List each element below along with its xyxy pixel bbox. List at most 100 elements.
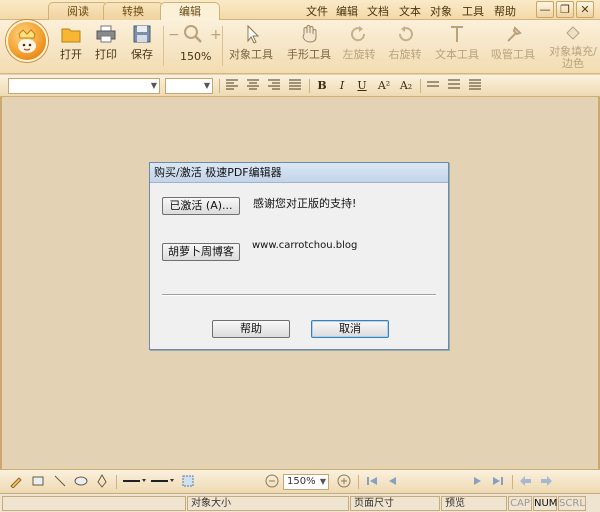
- save-button[interactable]: 保存: [129, 24, 155, 62]
- next-page-icon[interactable]: [470, 474, 486, 490]
- menu-text[interactable]: 文本: [399, 3, 421, 19]
- tab-convert[interactable]: 转换: [103, 2, 163, 21]
- first-page-icon[interactable]: [364, 474, 380, 490]
- app-logo-icon[interactable]: [6, 20, 48, 62]
- ellipse-icon[interactable]: [73, 474, 89, 490]
- line-width-select[interactable]: [122, 474, 148, 490]
- chevron-down-icon: ▼: [150, 81, 157, 90]
- blog-button[interactable]: 胡萝卜周博客: [162, 243, 240, 261]
- zoom-button[interactable]: [181, 24, 205, 46]
- toolbar-separator: [309, 79, 310, 93]
- status-caps-lock: CAP: [508, 496, 532, 511]
- dialog-title: 购买/激活 极速PDF编辑器: [150, 163, 448, 183]
- status-bar: 对象大小 页面尺寸 预览 CAP NUM SCRL: [0, 493, 600, 512]
- menu-help[interactable]: 帮助: [494, 3, 516, 19]
- dialog-divider: [162, 294, 436, 296]
- text-cursor-icon: [451, 26, 463, 42]
- rotate-left-button[interactable]: 左旋转: [340, 24, 378, 62]
- bold-button[interactable]: B: [314, 78, 330, 94]
- object-fill-button[interactable]: 对象填充/边色: [546, 24, 600, 70]
- status-preview: 预览: [441, 496, 507, 511]
- underline-button[interactable]: U: [354, 78, 370, 94]
- ribbon-separator: [222, 26, 223, 66]
- help-button[interactable]: 帮助: [212, 320, 290, 338]
- rectangle-icon[interactable]: [30, 474, 46, 490]
- line-icon[interactable]: [52, 474, 68, 490]
- text-tool-button[interactable]: 文本工具: [434, 24, 480, 62]
- magnifier-icon: [184, 25, 202, 43]
- menu-document[interactable]: 文档: [367, 3, 389, 19]
- pen-icon[interactable]: [94, 473, 110, 490]
- italic-button[interactable]: I: [334, 78, 350, 94]
- title-bar: 阅读 转换 编辑 文件 编辑 文档 文本 对象 工具 帮助 — ❐ ✕: [0, 0, 600, 22]
- floppy-disk-icon: [133, 25, 151, 43]
- folder-icon: [61, 28, 81, 43]
- font-size-select[interactable]: ▼: [165, 78, 213, 94]
- paragraph-spacing-icon[interactable]: [446, 78, 462, 94]
- align-right-icon[interactable]: [266, 78, 282, 94]
- printer-icon: [96, 25, 116, 43]
- menu-tools[interactable]: 工具: [462, 3, 484, 19]
- zoom-out-button[interactable]: −: [168, 27, 180, 43]
- align-justify-icon[interactable]: [287, 78, 303, 94]
- font-family-select[interactable]: ▼: [8, 78, 160, 94]
- last-page-icon[interactable]: [490, 474, 506, 490]
- eyedropper-button[interactable]: 吸管工具: [490, 24, 536, 62]
- fill-bucket-icon: [566, 26, 580, 40]
- toolbar-separator: [116, 475, 117, 489]
- bottom-toolbar: 150% ▼: [0, 469, 600, 493]
- toolbar-separator: [358, 475, 359, 489]
- restore-button[interactable]: ❐: [556, 1, 574, 18]
- blog-url-text: www.carrotchou.blog: [252, 240, 358, 251]
- thanks-text: 感谢您对正版的支持!: [253, 197, 357, 210]
- toolbar-separator: [420, 79, 421, 93]
- tab-read[interactable]: 阅读: [48, 2, 108, 21]
- status-num-lock: NUM: [533, 496, 558, 511]
- format-toolbar: ▼ ▼ B I U A² A₂: [0, 75, 600, 97]
- back-arrow-icon[interactable]: [518, 474, 534, 490]
- minimize-button[interactable]: —: [536, 1, 554, 18]
- rotate-right-button[interactable]: 右旋转: [386, 24, 424, 62]
- ribbon-separator: [163, 26, 164, 66]
- align-left-icon[interactable]: [224, 78, 240, 94]
- selection-icon[interactable]: [180, 474, 196, 490]
- align-center-icon[interactable]: [245, 78, 261, 94]
- pencil-icon[interactable]: [8, 474, 24, 490]
- ribbon-toolbar: 打开 打印 保存 − + 150% 对象工具 手形工具 左旋转 右旋转 文本工具…: [0, 20, 600, 74]
- zoom-in-icon[interactable]: [336, 474, 352, 490]
- chevron-down-icon: ▼: [319, 477, 326, 486]
- open-button[interactable]: 打开: [58, 24, 84, 62]
- chevron-down-icon: ▼: [203, 81, 210, 90]
- forward-arrow-icon[interactable]: [538, 474, 554, 490]
- previous-page-icon[interactable]: [384, 474, 400, 490]
- purchase-activate-dialog: 购买/激活 极速PDF编辑器 已激活 (A)... 感谢您对正版的支持! 胡萝卜…: [149, 162, 449, 350]
- zoom-out-icon[interactable]: [264, 474, 280, 490]
- activated-button[interactable]: 已激活 (A)...: [162, 197, 240, 215]
- pointer-arrow-icon: [247, 24, 260, 44]
- subscript-button[interactable]: A₂: [396, 78, 416, 94]
- eyedropper-icon: [507, 26, 522, 42]
- status-object-size: 对象大小: [187, 496, 349, 511]
- zoom-select[interactable]: 150% ▼: [283, 474, 329, 490]
- line-style-select[interactable]: [150, 474, 176, 490]
- cancel-button[interactable]: 取消: [311, 320, 389, 338]
- hand-tool-button[interactable]: 手形工具: [286, 24, 332, 62]
- tab-edit[interactable]: 编辑: [160, 2, 220, 22]
- hand-icon: [302, 25, 317, 43]
- list-icon[interactable]: [467, 78, 483, 94]
- superscript-button[interactable]: A²: [374, 78, 394, 94]
- object-tool-button[interactable]: 对象工具: [228, 24, 274, 62]
- line-spacing-icon[interactable]: [425, 78, 441, 94]
- rotate-right-icon: [398, 26, 413, 42]
- rotate-left-icon: [351, 26, 366, 42]
- menu-object[interactable]: 对象: [430, 3, 452, 19]
- zoom-in-button[interactable]: +: [210, 27, 222, 43]
- toolbar-separator: [512, 475, 513, 489]
- status-scroll-lock: SCRL: [558, 496, 586, 511]
- print-button[interactable]: 打印: [93, 24, 119, 62]
- menu-file[interactable]: 文件: [306, 3, 328, 19]
- status-page-size: 页面尺寸: [350, 496, 440, 511]
- close-button[interactable]: ✕: [576, 1, 594, 18]
- zoom-level-label: 150%: [180, 50, 212, 63]
- menu-edit[interactable]: 编辑: [336, 3, 358, 19]
